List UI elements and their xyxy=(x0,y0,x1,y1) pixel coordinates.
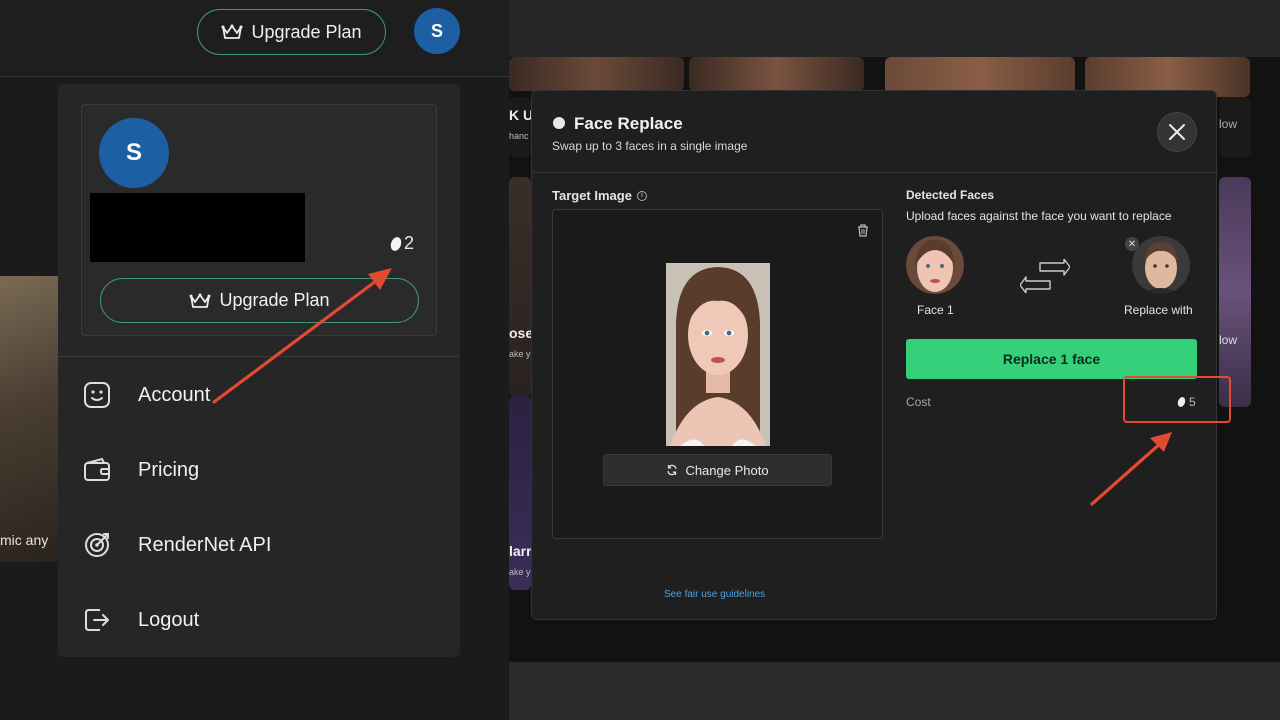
target-icon xyxy=(85,533,109,557)
info-icon[interactable]: i xyxy=(636,190,647,201)
target-image-box: Change Photo xyxy=(552,209,883,539)
menu-item-label: Pricing xyxy=(138,458,200,481)
gallery-tile: ose ake y xyxy=(509,177,531,397)
face-replace-modal: Face Replace Swap up to 3 faces in a sin… xyxy=(531,90,1218,620)
tile-caption: K U xyxy=(509,107,531,123)
tile-caption: larr xyxy=(509,543,531,559)
menu-item-label: Account xyxy=(138,383,211,406)
menu-divider xyxy=(58,356,460,357)
cost-label: Cost xyxy=(906,395,931,409)
refresh-icon xyxy=(667,464,678,476)
modal-title: Face Replace xyxy=(574,114,683,133)
replace-face-button[interactable]: Replace 1 face xyxy=(906,339,1197,379)
detected-faces-label: Detected Faces xyxy=(906,188,995,202)
background-card-caption: mic any xyxy=(0,532,49,548)
gallery-tile: larr ake y xyxy=(509,395,531,590)
replace-face-label: Replace 1 face xyxy=(1002,351,1101,367)
smiley-icon xyxy=(84,382,110,408)
swap-arrows-icon xyxy=(1020,259,1070,293)
gallery-tile xyxy=(689,57,864,91)
background-card: mic any xyxy=(0,276,58,562)
trash-icon[interactable] xyxy=(857,224,869,237)
avatar[interactable]: S xyxy=(414,8,460,54)
menu-item-rendernet-api[interactable]: RenderNet API xyxy=(82,523,442,567)
gallery-tile: low xyxy=(1219,177,1251,407)
tile-caption: ose xyxy=(509,325,531,341)
cost-highlight-box xyxy=(1123,376,1231,423)
right-bottom-strip xyxy=(509,662,1280,720)
upgrade-plan-button[interactable]: Upgrade Plan xyxy=(197,9,386,55)
account-dropdown-menu: S 2 Upgrade Plan Account Pricing RenderN… xyxy=(58,84,460,657)
tile-caption: ake y xyxy=(509,567,531,577)
redacted-user-name xyxy=(90,193,305,262)
crown-icon xyxy=(221,24,243,39)
face-1-caption: Face 1 xyxy=(917,303,954,317)
credit-coin-icon xyxy=(388,235,404,252)
fair-use-link[interactable]: See fair use guidelines xyxy=(664,589,765,600)
profile-card: S 2 Upgrade Plan xyxy=(81,104,437,336)
top-bar: Upgrade Plan S xyxy=(0,0,509,77)
gallery-tile: low xyxy=(1219,97,1251,157)
target-image-label: Target Image i xyxy=(552,188,647,203)
face-1-thumbnail[interactable] xyxy=(906,236,964,294)
detected-faces-subtitle: Upload faces against the face you want t… xyxy=(906,209,1172,223)
tile-caption: hanc xyxy=(509,131,529,141)
credit-balance: 2 xyxy=(388,233,415,254)
target-photo xyxy=(666,263,770,446)
profile-avatar: S xyxy=(99,118,169,188)
upgrade-plan-label: Upgrade Plan xyxy=(219,290,330,310)
tile-caption: low xyxy=(1219,333,1238,347)
crown-icon xyxy=(189,293,211,308)
menu-item-pricing[interactable]: Pricing xyxy=(82,448,442,492)
close-button[interactable] xyxy=(1157,112,1197,152)
modal-subtitle: Swap up to 3 faces in a single image xyxy=(552,139,748,153)
close-icon xyxy=(1169,124,1185,140)
credit-count: 2 xyxy=(404,233,415,253)
change-photo-button[interactable]: Change Photo xyxy=(603,454,832,486)
upgrade-plan-label: Upgrade Plan xyxy=(251,21,362,42)
logout-icon xyxy=(85,609,109,631)
gallery-tile xyxy=(509,57,684,91)
menu-item-label: Logout xyxy=(138,608,200,631)
menu-item-account[interactable]: Account xyxy=(82,373,442,417)
target-image-label-text: Target Image xyxy=(552,188,632,203)
replace-with-caption: Replace with xyxy=(1124,303,1193,317)
left-panel: Upgrade Plan S mic any S 2 Upgrade Plan … xyxy=(0,0,509,720)
menu-item-logout[interactable]: Logout xyxy=(82,598,442,642)
gallery-tile: K U hanc xyxy=(509,97,531,157)
modal-header: Face Replace Swap up to 3 faces in a sin… xyxy=(532,91,1218,173)
tile-caption: low xyxy=(1219,117,1238,131)
tile-caption: ake y xyxy=(509,349,531,359)
wallet-icon xyxy=(84,457,110,481)
profile-upgrade-plan-button[interactable]: Upgrade Plan xyxy=(100,278,419,323)
menu-item-label: RenderNet API xyxy=(138,533,272,556)
replace-with-thumbnail[interactable] xyxy=(1132,236,1190,294)
right-top-strip xyxy=(509,0,1280,57)
face-icon xyxy=(553,117,565,129)
change-photo-label: Change Photo xyxy=(685,462,769,478)
remove-face-button[interactable]: ✕ xyxy=(1125,237,1139,251)
